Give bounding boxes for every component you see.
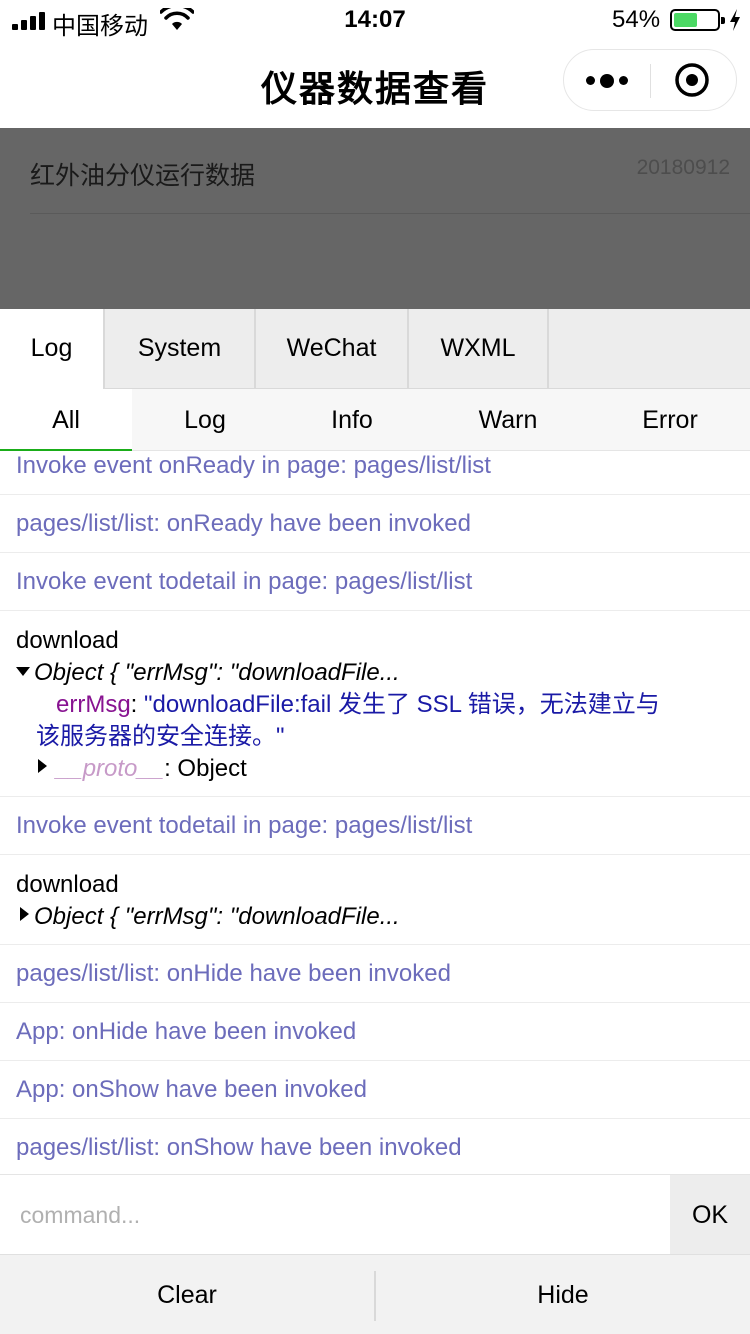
more-dots-icon[interactable] <box>586 71 630 91</box>
filter-log[interactable]: Log <box>132 389 278 451</box>
screen: 中国移动 14:07 54% 仪器数据查看 红外油分仪运行数据 20180912… <box>0 0 750 1334</box>
log-filter-bar: All Log Info Warn Error <box>0 389 750 451</box>
charging-icon <box>730 9 740 31</box>
log-label: download <box>16 871 119 898</box>
record-title[interactable]: 红外油分仪运行数据 <box>30 156 255 192</box>
status-bar: 中国移动 14:07 54% <box>0 0 750 40</box>
record-date: 20180912 <box>636 156 730 179</box>
log-row: pages/list/list: onReady have been invok… <box>0 495 750 553</box>
filter-info[interactable]: Info <box>278 389 426 451</box>
property-value: "downloadFile:fail 发生了 SSL 错误，无法建立与 <box>144 691 660 718</box>
log-row: App: onShow have been invoked <box>0 1061 750 1119</box>
tab-wxml[interactable]: WXML <box>409 309 549 389</box>
ok-button[interactable]: OK <box>670 1175 750 1255</box>
vconsole-panel: Log System WeChat WXML All Log Info Warn… <box>0 309 750 1334</box>
object-summary-expanded[interactable]: Object { "errMsg": "downloadFile... <box>16 657 750 689</box>
nav-bar: 仪器数据查看 <box>0 40 750 128</box>
log-label: download <box>16 627 119 654</box>
proto-property[interactable]: __proto__: Object <box>16 753 750 785</box>
filter-all[interactable]: All <box>0 389 132 451</box>
command-input[interactable] <box>0 1175 670 1255</box>
object-summary-collapsed[interactable]: Object { "errMsg": "downloadFile... <box>16 901 750 933</box>
record-divider <box>30 213 750 214</box>
log-row-download: download Object { "errMsg": "downloadFil… <box>0 611 750 797</box>
property-value-continuation: 该服务器的安全连接。" <box>36 723 285 750</box>
log-row: pages/list/list: onShow have been invoke… <box>0 1119 750 1174</box>
target-circle-icon[interactable] <box>674 62 710 98</box>
console-toolbar: Clear Hide <box>0 1254 750 1334</box>
log-list[interactable]: Invoke event onReady in page: pages/list… <box>0 451 750 1174</box>
filter-warn[interactable]: Warn <box>426 389 590 451</box>
property-key: errMsg <box>56 691 131 718</box>
battery-fill <box>674 13 697 27</box>
log-row: pages/list/list: onHide have been invoke… <box>0 945 750 1003</box>
log-row-download: download Object { "errMsg": "downloadFil… <box>0 855 750 945</box>
expand-triangle-icon[interactable] <box>38 759 47 773</box>
tab-log[interactable]: Log <box>0 309 105 389</box>
mini-program-capsule <box>563 49 737 111</box>
command-bar: OK <box>0 1174 750 1255</box>
clear-button[interactable]: Clear <box>0 1255 374 1334</box>
log-row: App: onHide have been invoked <box>0 1003 750 1061</box>
console-tab-bar: Log System WeChat WXML <box>0 309 750 389</box>
log-row: Invoke event todetail in page: pages/lis… <box>0 797 750 855</box>
expand-triangle-icon[interactable] <box>20 907 29 921</box>
tab-system[interactable]: System <box>105 309 256 389</box>
filter-error[interactable]: Error <box>590 389 750 451</box>
log-row: Invoke event todetail in page: pages/lis… <box>0 553 750 611</box>
collapse-triangle-icon[interactable] <box>16 667 30 676</box>
object-property: errMsg: "downloadFile:fail 发生了 SSL 错误，无法… <box>56 691 660 718</box>
battery-percent: 54% <box>612 6 661 33</box>
log-row: Invoke event onReady in page: pages/list… <box>0 451 750 495</box>
tab-wechat[interactable]: WeChat <box>256 309 409 389</box>
page-content-overlay: 红外油分仪运行数据 20180912 <box>0 128 750 309</box>
hide-button[interactable]: Hide <box>376 1255 750 1334</box>
battery-icon <box>670 9 725 31</box>
